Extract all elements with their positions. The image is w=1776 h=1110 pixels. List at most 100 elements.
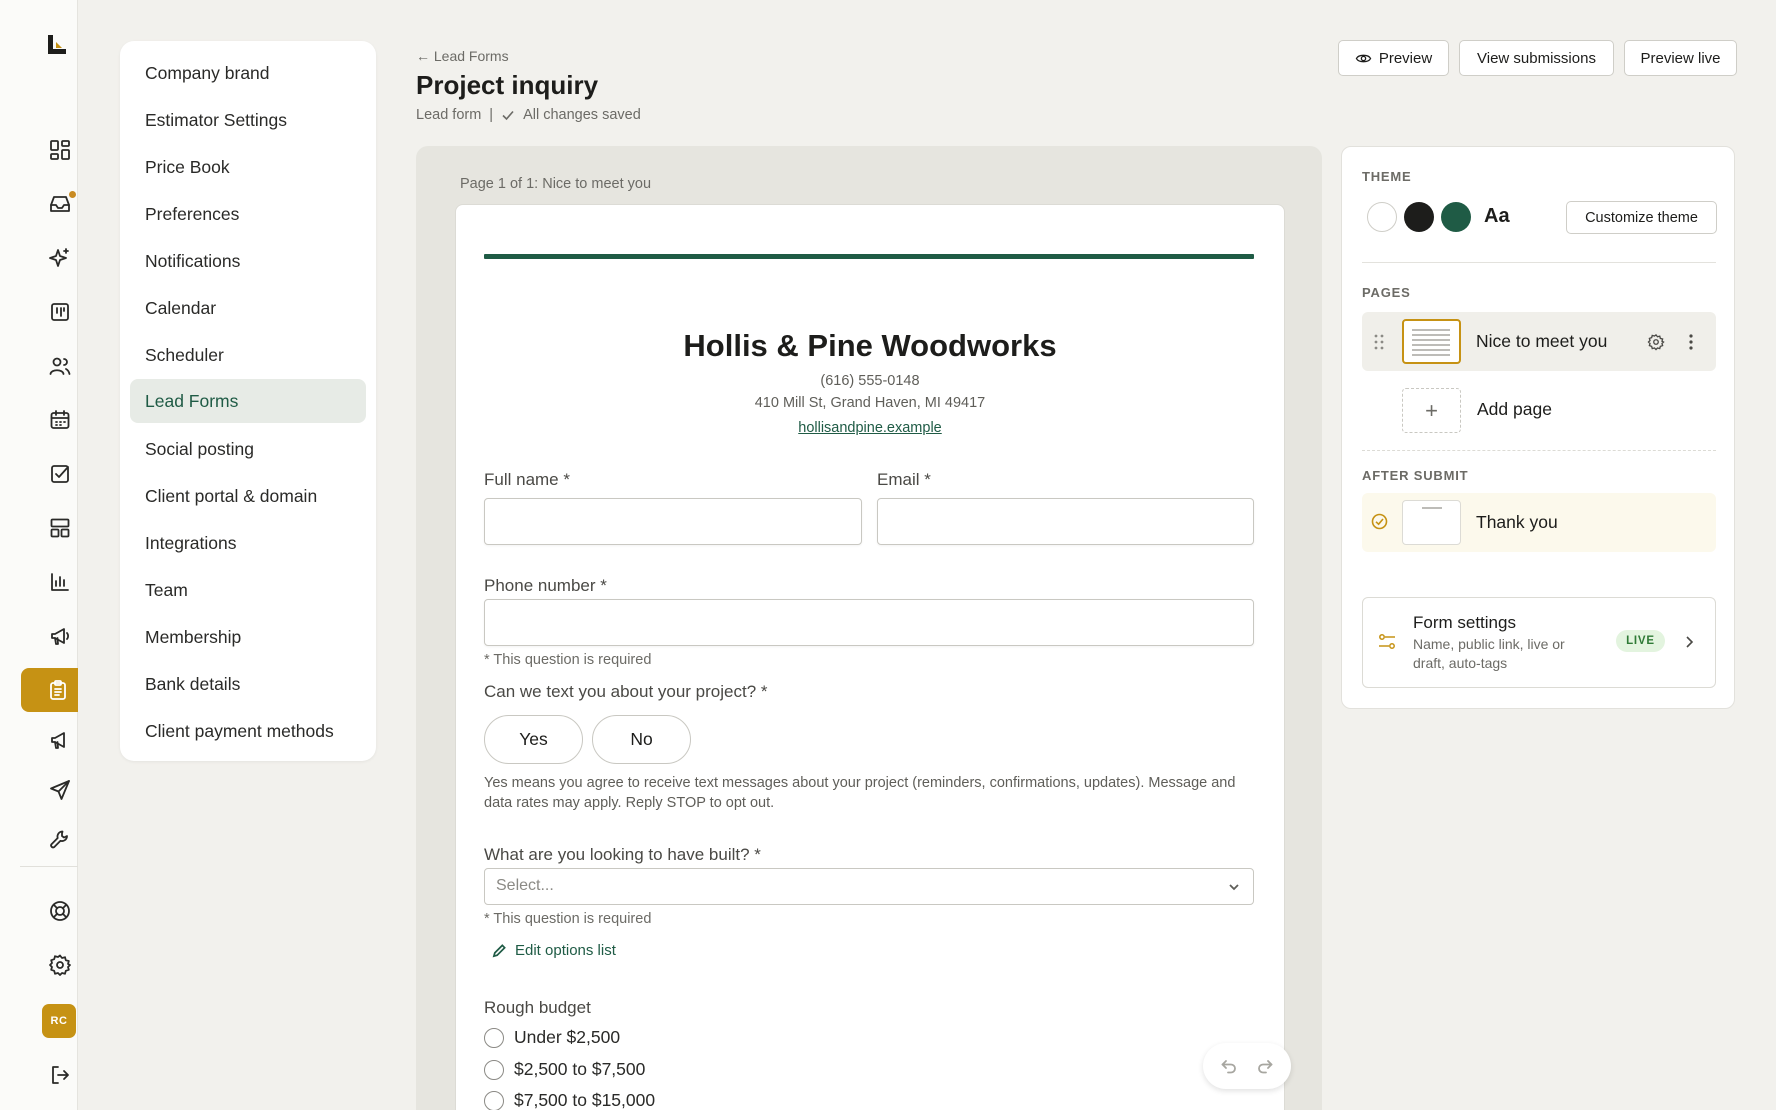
clients-icon[interactable] [40,346,80,386]
nav-item-company-brand[interactable]: Company brand [130,51,366,95]
budget-option-label: $2,500 to $7,500 [514,1059,646,1079]
theme-color-black-swatch[interactable] [1404,202,1434,232]
inbox-icon[interactable] [40,184,80,224]
reports-icon[interactable] [40,562,80,602]
page-lines-icon [1412,329,1450,356]
thank-you-line-icon [1422,507,1442,509]
business-website-link[interactable]: hollisandpine.example [798,420,942,436]
redo-icon[interactable] [1256,1057,1274,1075]
full-name-input[interactable] [484,498,862,545]
preview-live-button[interactable]: Preview live [1624,40,1737,76]
thank-you-page-label: Thank you [1476,512,1558,532]
nav-item-bank-details[interactable]: Bank details [130,662,366,706]
budget-option[interactable]: $7,500 to $15,000 [484,1090,655,1110]
preview-button[interactable]: Preview [1338,40,1449,76]
budget-option[interactable]: Under $2,500 [484,1027,620,1048]
chevron-down-icon [1229,884,1239,891]
nav-item-notifications[interactable]: Notifications [130,239,366,283]
lead-forms-clipboard-icon[interactable] [21,668,78,712]
panel-dashed-divider [1362,450,1716,451]
view-submissions-label: View submissions [1477,49,1596,67]
nav-item-calendar[interactable]: Calendar [130,286,366,330]
undo-icon[interactable] [1220,1057,1238,1075]
settings-gear-icon[interactable] [40,945,80,985]
app-logo-icon[interactable] [44,32,70,58]
back-to-lead-forms-link[interactable]: ← Lead Forms [416,48,509,64]
nav-item-membership[interactable]: Membership [130,615,366,659]
page-label: Page 1 of 1: Nice to meet you [460,176,652,192]
theme-color-white-swatch[interactable] [1367,202,1397,232]
page-thumbnail[interactable] [1402,319,1461,364]
page-name-label: Nice to meet you [1476,331,1608,351]
email-input[interactable] [877,498,1254,545]
calendar-icon[interactable] [40,400,80,440]
campaigns-megaphone-icon[interactable] [40,720,80,760]
help-lifebuoy-icon[interactable] [40,891,80,931]
logout-icon[interactable] [40,1055,80,1095]
theme-font-glyph[interactable]: Aa [1484,205,1510,228]
user-avatar[interactable]: RC [42,1004,76,1038]
nav-item-client-portal-domain[interactable]: Client portal & domain [130,474,366,518]
edit-options-link[interactable]: Edit options list [492,942,616,959]
sparkle-ai-icon[interactable] [40,238,80,278]
after-submit-section-title: AFTER SUBMIT [1362,468,1469,483]
nav-item-scheduler[interactable]: Scheduler [130,333,366,377]
preview-live-label: Preview live [1640,49,1721,67]
undo-redo-group [1203,1043,1291,1089]
marketing-megaphone-icon[interactable] [40,616,80,656]
drag-handle-icon[interactable] [1373,333,1385,351]
more-options-icon[interactable] [1688,333,1694,351]
theme-color-green-swatch[interactable] [1441,202,1471,232]
tasks-icon[interactable] [40,454,80,494]
budget-label: Rough budget [484,998,591,1017]
full-name-label: Full name * [484,470,570,489]
thank-you-thumbnail[interactable] [1402,500,1461,545]
page-title: Project inquiry [416,70,599,100]
business-name: Hollis & Pine Woodworks [683,328,1057,363]
panel-divider [1362,262,1716,263]
settings-nav: Company brand Estimator Settings Price B… [120,41,376,761]
rail-divider [20,866,78,867]
radio-button[interactable] [484,1059,504,1080]
business-address: 410 Mill St, Grand Haven, MI 49417 [754,395,986,411]
send-icon[interactable] [40,770,80,810]
board-icon[interactable] [40,292,80,332]
nav-item-integrations[interactable]: Integrations [130,521,366,565]
nav-item-preferences[interactable]: Preferences [130,192,366,236]
nav-item-price-book[interactable]: Price Book [130,145,366,189]
sliders-settings-icon [1379,634,1395,649]
phone-required-hint: * This question is required [484,652,652,668]
budget-option-label: Under $2,500 [514,1027,621,1047]
icon-rail: RC [0,0,78,1110]
radio-button[interactable] [484,1027,504,1048]
view-submissions-button[interactable]: View submissions [1459,40,1614,76]
layout-icon[interactable] [40,508,80,548]
email-label: Email * [877,470,931,489]
dashboard-icon[interactable] [40,130,80,170]
yes-option-button[interactable]: Yes [484,715,583,764]
page-settings-gear-icon[interactable] [1647,333,1665,356]
build-type-select[interactable]: Select... [484,868,1254,905]
nav-item-client-payment-methods[interactable]: Client payment methods [130,709,366,753]
radio-button[interactable] [484,1090,504,1110]
nav-item-team[interactable]: Team [130,568,366,612]
nav-item-lead-forms[interactable]: Lead Forms [130,379,366,423]
check-icon [502,110,514,121]
add-page-label[interactable]: Add page [1477,399,1552,420]
tools-wrench-icon[interactable] [40,820,80,860]
plus-icon: + [1425,397,1438,423]
budget-option[interactable]: $2,500 to $7,500 [484,1059,645,1080]
check-circle-icon [1371,513,1388,530]
customize-theme-button[interactable]: Customize theme [1566,201,1717,234]
budget-option-label: $7,500 to $15,000 [514,1090,656,1110]
nav-item-estimator-settings[interactable]: Estimator Settings [130,98,366,142]
sms-consent-text: Yes means you agree to receive text mess… [484,775,1236,811]
phone-number-label: Phone number * [484,576,607,595]
no-option-button[interactable]: No [592,715,691,764]
add-page-button[interactable]: + [1402,388,1461,433]
nav-item-social-posting[interactable]: Social posting [130,427,366,471]
phone-number-input[interactable] [484,599,1254,646]
chevron-right-icon[interactable] [1683,634,1695,650]
select-placeholder: Select... [496,877,554,894]
pencil-icon [492,944,506,958]
